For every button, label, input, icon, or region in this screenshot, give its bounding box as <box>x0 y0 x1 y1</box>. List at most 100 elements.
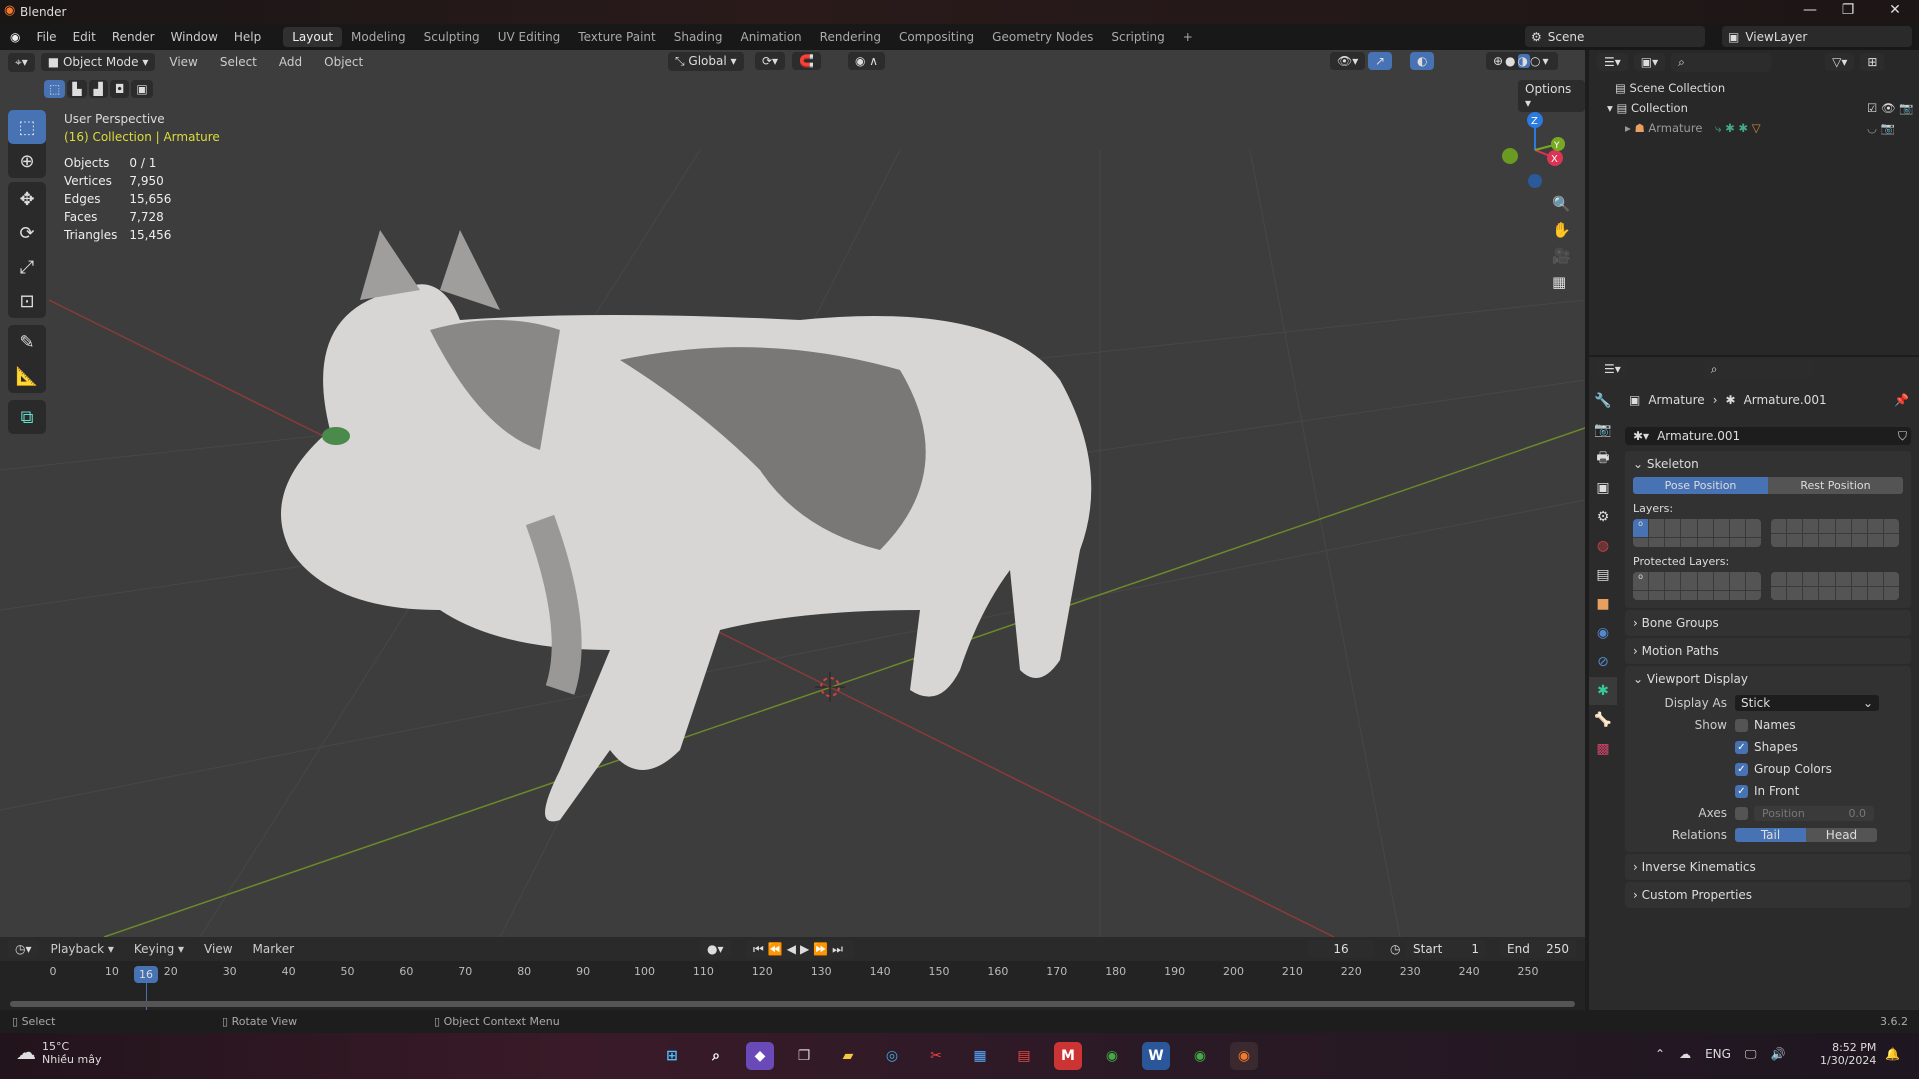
layer-cell[interactable] <box>1867 586 1883 600</box>
tab-sculpting[interactable]: Sculpting <box>415 27 489 47</box>
scene-selector[interactable]: ⚙ Scene <box>1525 26 1705 47</box>
axes-position-field[interactable]: Position 0.0 <box>1754 805 1874 821</box>
outliner-filter-icon[interactable]: ▽▾ <box>1825 53 1855 71</box>
viewport-menu-add[interactable]: Add <box>271 55 310 69</box>
layer-cell[interactable] <box>1803 519 1819 533</box>
layer-cell[interactable] <box>1771 586 1787 600</box>
chrome-profile-icon[interactable]: ◉ <box>1186 1042 1214 1070</box>
timeline-scrollbar[interactable] <box>10 1001 1575 1007</box>
add-workspace-button[interactable]: + <box>1174 27 1202 47</box>
viewport-menu-object[interactable]: Object <box>316 55 371 69</box>
select-subtract-icon[interactable]: ▟ <box>88 80 108 98</box>
layer-cell[interactable] <box>1787 519 1803 533</box>
armature-data-selector[interactable]: ✱▾ Armature.001 ⛉ <box>1625 427 1911 445</box>
microsoft-store-icon[interactable]: ▦ <box>966 1042 994 1070</box>
onedrive-icon[interactable]: ☁ <box>1679 1047 1691 1062</box>
timeline-menu-playback[interactable]: Playback ▾ <box>43 942 122 956</box>
layer-cell[interactable] <box>1713 538 1729 547</box>
pan-hand-icon[interactable]: ✋ <box>1552 221 1571 239</box>
clock[interactable]: 8:52 PM 1/30/2024 <box>1820 1041 1876 1067</box>
layer-cell[interactable] <box>1835 519 1851 533</box>
group-colors-checkbox[interactable]: ✓ <box>1735 762 1748 776</box>
layer-cell[interactable] <box>1745 538 1761 547</box>
layer-cell[interactable] <box>1787 586 1803 600</box>
armature-data-name[interactable]: Armature.001 <box>1657 429 1740 443</box>
network-icon[interactable]: 🖵 <box>1745 1047 1757 1062</box>
layer-cell[interactable] <box>1633 591 1649 600</box>
display-as-dropdown[interactable]: Stick ⌄ <box>1735 695 1879 711</box>
blender-menu-icon[interactable]: ◉ <box>0 30 28 44</box>
tab-layout[interactable]: Layout <box>283 27 343 47</box>
relations-head-button[interactable]: Head <box>1806 828 1877 842</box>
render-tab-icon[interactable]: 📷 <box>1589 416 1617 444</box>
layer-cell[interactable] <box>1697 591 1713 600</box>
editor-type-button[interactable]: ⌖▾ <box>8 52 35 72</box>
mode-selector[interactable]: ■ Object Mode ▾ <box>40 53 156 71</box>
timeline-frame-ruler[interactable]: 0 10 20 30 40 50 60 70 80 90 100 110 120 130 140 150 160… <box>0 965 1585 983</box>
fake-user-shield-icon[interactable]: ⛉ <box>1894 429 1911 444</box>
names-checkbox[interactable] <box>1735 718 1748 732</box>
properties-editor-type-button[interactable]: ☰▾ <box>1597 360 1628 378</box>
layer-cell[interactable] <box>1729 572 1745 590</box>
relations-tail-button[interactable]: Tail <box>1735 828 1806 842</box>
weather-widget[interactable]: ☁ 15°C Nhiều mây <box>16 1040 101 1066</box>
shapes-checkbox[interactable]: ✓ <box>1735 740 1748 754</box>
minimize-button[interactable]: — <box>1790 2 1830 18</box>
layer-cell[interactable] <box>1771 533 1787 547</box>
timeline-menu-keying[interactable]: Keying ▾ <box>126 942 192 956</box>
armature-data-browse-icon[interactable]: ✱▾ <box>1625 429 1657 443</box>
layer-cell[interactable] <box>1713 591 1729 600</box>
transform-tool-icon[interactable]: ⊡ <box>8 284 46 318</box>
collection-visibility-icons[interactable]: ☑ 👁 📷 <box>1867 98 1914 118</box>
current-frame-field[interactable]: 16 <box>1308 940 1374 958</box>
edge-icon[interactable]: ◎ <box>878 1042 906 1070</box>
layer-cell[interactable] <box>1851 572 1867 586</box>
layer-cell[interactable] <box>1697 538 1713 547</box>
tab-rendering[interactable]: Rendering <box>811 27 890 47</box>
overlay-toggle-button[interactable]: ◐ <box>1410 52 1435 70</box>
start-button-icon[interactable]: ⊞ <box>658 1042 686 1070</box>
layer-cell[interactable] <box>1713 572 1729 590</box>
ortho-grid-icon[interactable]: ▦ <box>1552 273 1571 291</box>
layer-cell[interactable] <box>1697 572 1713 590</box>
layer-cell[interactable] <box>1665 591 1681 600</box>
layer-cell[interactable] <box>1851 533 1867 547</box>
options-button[interactable]: Options ▾ <box>1518 80 1585 112</box>
playback-controls[interactable]: ⏮⏪◀▶⏩⏭ <box>746 940 854 959</box>
layer-cell[interactable] <box>1665 519 1681 537</box>
layer-cell[interactable] <box>1883 572 1899 586</box>
layer-cell[interactable] <box>1649 538 1665 547</box>
layer-cell[interactable] <box>1867 519 1883 533</box>
layer-cell[interactable] <box>1681 519 1697 537</box>
app-icon[interactable]: ▤ <box>1010 1042 1038 1070</box>
close-button[interactable]: ✕ <box>1875 2 1915 18</box>
transform-orientation-selector[interactable]: ⤡ Global ▾ <box>668 52 744 71</box>
visibility-button[interactable]: 👁▾ <box>1330 52 1366 70</box>
layer-cell[interactable] <box>1729 538 1745 547</box>
timeline-menu-view[interactable]: View <box>196 942 240 956</box>
motion-paths-panel[interactable]: › Motion Paths <box>1625 638 1911 664</box>
menu-window[interactable]: Window <box>163 30 226 44</box>
axes-checkbox[interactable] <box>1735 806 1748 820</box>
layer-cell[interactable] <box>1787 572 1803 586</box>
layer-cell[interactable] <box>1771 572 1787 586</box>
properties-search-input[interactable]: ⌕ <box>1703 359 1814 379</box>
tab-scripting[interactable]: Scripting <box>1102 27 1173 47</box>
menu-render[interactable]: Render <box>104 30 163 44</box>
chrome-icon[interactable]: ◉ <box>1098 1042 1126 1070</box>
select-intersect-icon[interactable]: ◘ <box>109 80 130 98</box>
layer-cell[interactable] <box>1633 538 1649 547</box>
layer-cell[interactable] <box>1665 572 1681 590</box>
layer-cell[interactable] <box>1681 572 1697 590</box>
custom-properties-panel[interactable]: › Custom Properties <box>1625 882 1911 908</box>
select-mode-buttons[interactable]: ⬚ ▙ ▟ ◘ ▣ <box>44 80 153 98</box>
outliner-collection[interactable]: ▾ ▤ Collection ☑ 👁 📷 <box>1607 98 1919 118</box>
in-front-checkbox[interactable]: ✓ <box>1735 784 1748 798</box>
snap-button[interactable]: 🧲 <box>792 52 821 70</box>
menu-help[interactable]: Help <box>226 30 269 44</box>
tab-texture-paint[interactable]: Texture Paint <box>569 27 664 47</box>
layer-cell[interactable] <box>1787 533 1803 547</box>
file-explorer-icon[interactable]: ▰ <box>834 1042 862 1070</box>
layer-cell[interactable] <box>1883 533 1899 547</box>
gizmo-toggle-button[interactable]: ↗ <box>1368 52 1393 70</box>
